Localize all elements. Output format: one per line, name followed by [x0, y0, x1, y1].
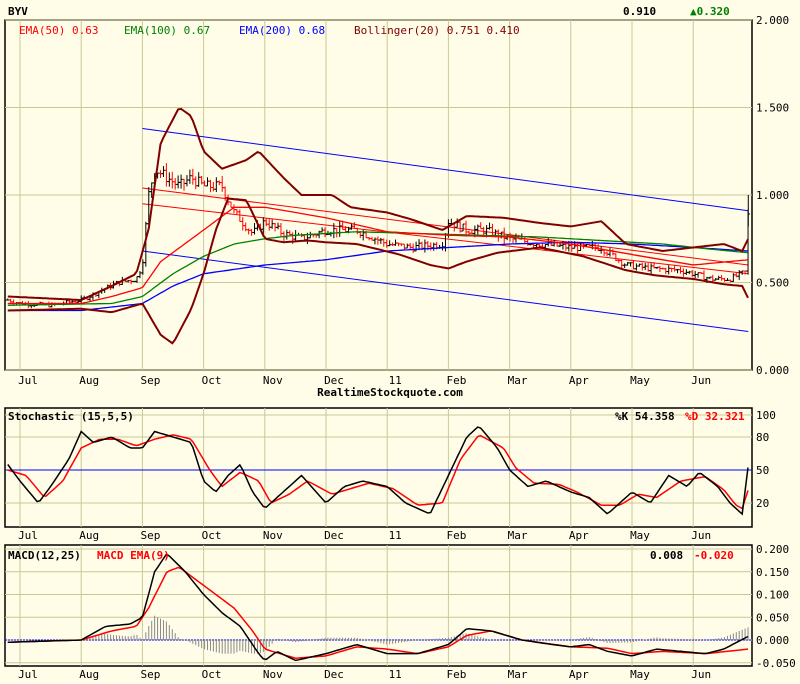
chart-canvas: BYV 0.910 ▲0.320 2.000 1.500 1.000 0.500 0.0…	[4, 5, 796, 681]
stoch-frame	[4, 407, 753, 528]
macd-x-tick: Sep	[140, 668, 160, 680]
legend-ema100: EMA(100) 0.67	[124, 24, 210, 37]
price-x-tick: Nov	[263, 374, 283, 387]
stoch-y-tick: 100	[756, 409, 776, 422]
stock-chart: BYV 0.910 ▲0.320 2.000 1.500 1.000 0.500 0.0…	[0, 0, 800, 681]
last-price: 0.910	[623, 5, 656, 18]
macd-y-tick: 0.100	[756, 589, 789, 602]
price-x-tick: Oct	[202, 374, 222, 387]
stoch-x-tick: Jun	[691, 529, 711, 542]
price-y-tick: 2.000	[756, 14, 789, 27]
macd-x-tick: Dec	[324, 668, 344, 680]
stoch-title: Stochastic (15,5,5)	[8, 410, 134, 423]
price-y-tick: 1.000	[756, 189, 789, 202]
macd-x-tick: Jul	[18, 668, 38, 680]
macd-value: 0.008	[650, 549, 683, 562]
macd-x-tick: Jun	[691, 668, 711, 680]
stoch-k-label: %K 54.358	[615, 410, 675, 423]
price-panel: 2.000 1.500 1.000 0.500 0.000 Jul Aug Sep Oct Nov…	[4, 14, 789, 387]
stoch-x-tick: Sep	[140, 529, 160, 542]
stoch-y-tick: 80	[756, 431, 769, 444]
macd-y-tick: 0.200	[756, 543, 789, 556]
macd-y-tick: 0.000	[756, 634, 789, 647]
macd-x-tick: 11	[389, 668, 402, 680]
stoch-d-label: %D 32.321	[685, 410, 745, 423]
macd-panel: 0.200 0.150 0.100 0.050 0.000 -0.050 Jul Aug Sep…	[4, 543, 796, 681]
macd-x-tick: Nov	[263, 668, 283, 680]
price-y-tick: 0.000	[756, 364, 789, 377]
macd-x-tick: Apr	[569, 668, 589, 680]
macd-y-tick: 0.050	[756, 611, 789, 624]
price-y-tick: 1.500	[756, 102, 789, 115]
price-x-tick: Jul	[18, 374, 38, 387]
price-x-tick: Aug	[79, 374, 99, 387]
macd-x-tick: Oct	[202, 668, 222, 680]
stoch-x-tick: Oct	[202, 529, 222, 542]
price-x-tick: Jun	[691, 374, 711, 387]
stoch-x-tick: Nov	[263, 529, 283, 542]
macd-x-tick: May	[630, 668, 650, 680]
macd-x-tick: Feb	[446, 668, 466, 680]
symbol-label: BYV	[8, 5, 28, 18]
stoch-y-tick: 50	[756, 464, 769, 477]
macd-title: MACD(12,25)	[8, 549, 81, 562]
price-y-tick: 0.500	[756, 277, 789, 290]
stoch-y-tick: 20	[756, 497, 769, 510]
price-change: ▲0.320	[690, 5, 730, 18]
stoch-x-tick: 11	[389, 529, 402, 542]
legend-ema200: EMA(200) 0.68	[239, 24, 325, 37]
price-x-tick: Sep	[140, 374, 160, 387]
macd-signal-value: -0.020	[694, 549, 734, 562]
price-x-tick: May	[630, 374, 650, 387]
price-x-tick: Apr	[569, 374, 589, 387]
macd-x-tick: Aug	[79, 668, 99, 680]
stoch-x-tick: May	[630, 529, 650, 542]
watermark: RealtimeStockquote.com	[317, 386, 463, 399]
stoch-x-tick: Apr	[569, 529, 589, 542]
stoch-x-tick: Feb	[446, 529, 466, 542]
stoch-x-tick: Aug	[79, 529, 99, 542]
macd-ema-label: MACD EMA(9)	[97, 549, 170, 562]
macd-y-tick: 0.150	[756, 566, 789, 579]
macd-x-tick: Mar	[508, 668, 528, 680]
price-x-tick: Mar	[508, 374, 528, 387]
macd-y-tick: -0.050	[756, 657, 796, 670]
stoch-x-tick: Jul	[18, 529, 38, 542]
stoch-x-tick: Dec	[324, 529, 344, 542]
legend-bollinger: Bollinger(20) 0.751 0.410	[354, 24, 520, 37]
stoch-x-tick: Mar	[508, 529, 528, 542]
stochastic-panel: 100 80 50 20 Jul Aug Sep Oct Nov Dec 11 Feb Mar Apr Ma…	[4, 407, 776, 542]
legend-ema50: EMA(50) 0.63	[19, 24, 98, 37]
